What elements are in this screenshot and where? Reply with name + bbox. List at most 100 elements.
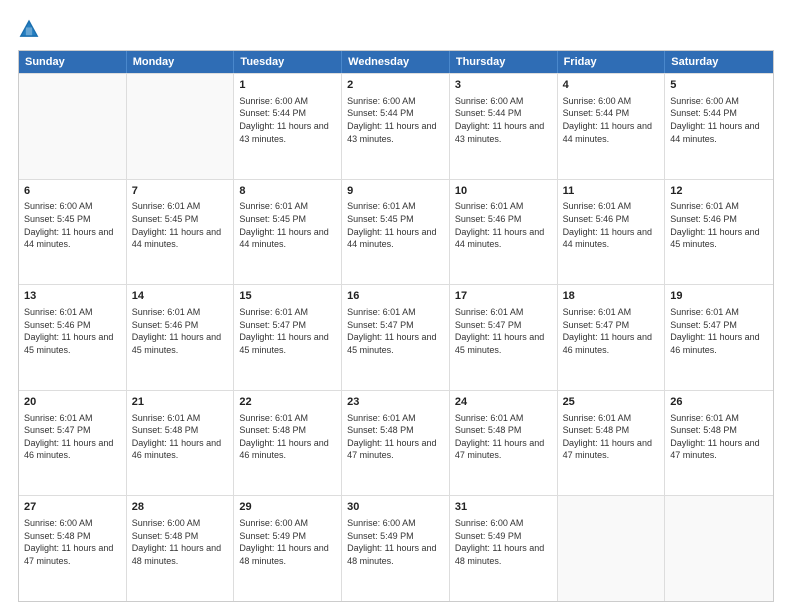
day-number: 28 bbox=[132, 500, 229, 515]
calendar-row-0: 1 Sunrise: 6:00 AMSunset: 5:44 PMDaylight… bbox=[19, 73, 773, 179]
day-number: 17 bbox=[455, 289, 552, 304]
calendar-cell: 13Sunrise: 6:01 AMSunset: 5:46 PMDayligh… bbox=[19, 285, 127, 390]
day-number: 15 bbox=[239, 289, 336, 304]
cell-info: Sunrise: 6:00 AMSunset: 5:48 PMDaylight:… bbox=[24, 517, 121, 567]
calendar-cell: 23 Sunrise: 6:01 AMSunset: 5:48 PMDayligh… bbox=[342, 391, 450, 496]
cell-info: Sunrise: 6:01 AMSunset: 5:46 PMDaylight:… bbox=[563, 200, 660, 250]
calendar-row-1: 6Sunrise: 6:00 AMSunset: 5:45 PMDaylight… bbox=[19, 179, 773, 285]
weekday-header-thursday: Thursday bbox=[450, 51, 558, 73]
day-number: 18 bbox=[563, 289, 660, 304]
weekday-header-monday: Monday bbox=[127, 51, 235, 73]
day-number: 16 bbox=[347, 289, 444, 304]
calendar-cell: 19 Sunrise: 6:01 AMSunset: 5:47 PMDayligh… bbox=[665, 285, 773, 390]
calendar-cell: 15 Sunrise: 6:01 AMSunset: 5:47 PMDayligh… bbox=[234, 285, 342, 390]
day-number: 8 bbox=[239, 184, 336, 199]
calendar-cell: 31Sunrise: 6:00 AMSunset: 5:49 PMDayligh… bbox=[450, 496, 558, 601]
page: SundayMondayTuesdayWednesdayThursdayFrid… bbox=[0, 0, 792, 612]
cell-info: Sunrise: 6:00 AMSunset: 5:44 PMDaylight:… bbox=[563, 95, 660, 145]
day-number: 14 bbox=[132, 289, 229, 304]
weekday-header-tuesday: Tuesday bbox=[234, 51, 342, 73]
day-number: 3 bbox=[455, 78, 552, 93]
cell-info: Sunrise: 6:00 AMSunset: 5:49 PMDaylight:… bbox=[455, 517, 552, 567]
calendar-cell: 12Sunrise: 6:01 AMSunset: 5:46 PMDayligh… bbox=[665, 180, 773, 285]
day-number: 30 bbox=[347, 500, 444, 515]
cell-info: Sunrise: 6:00 AMSunset: 5:44 PMDaylight:… bbox=[347, 95, 444, 145]
day-number: 29 bbox=[239, 500, 336, 515]
calendar-cell: 24Sunrise: 6:01 AMSunset: 5:48 PMDayligh… bbox=[450, 391, 558, 496]
cell-info: Sunrise: 6:01 AMSunset: 5:47 PMDaylight:… bbox=[670, 306, 768, 356]
day-number: 27 bbox=[24, 500, 121, 515]
cell-info: Sunrise: 6:01 AMSunset: 5:47 PMDaylight:… bbox=[24, 412, 121, 462]
calendar-cell: 29 Sunrise: 6:00 AMSunset: 5:49 PMDayligh… bbox=[234, 496, 342, 601]
weekday-header-sunday: Sunday bbox=[19, 51, 127, 73]
cell-info: Sunrise: 6:00 AMSunset: 5:44 PMDaylight:… bbox=[670, 95, 768, 145]
calendar-cell: 27 Sunrise: 6:00 AMSunset: 5:48 PMDayligh… bbox=[19, 496, 127, 601]
calendar-cell: 8Sunrise: 6:01 AMSunset: 5:45 PMDaylight… bbox=[234, 180, 342, 285]
weekday-header-friday: Friday bbox=[558, 51, 666, 73]
day-number: 4 bbox=[563, 78, 660, 93]
header bbox=[18, 18, 774, 40]
day-number: 6 bbox=[24, 184, 121, 199]
day-number: 7 bbox=[132, 184, 229, 199]
day-number: 21 bbox=[132, 395, 229, 410]
calendar-cell: 16 Sunrise: 6:01 AMSunset: 5:47 PMDayligh… bbox=[342, 285, 450, 390]
day-number: 5 bbox=[670, 78, 768, 93]
cell-info: Sunrise: 6:01 AMSunset: 5:47 PMDaylight:… bbox=[455, 306, 552, 356]
calendar-cell: 17 Sunrise: 6:01 AMSunset: 5:47 PMDayligh… bbox=[450, 285, 558, 390]
calendar-cell: 6Sunrise: 6:00 AMSunset: 5:45 PMDaylight… bbox=[19, 180, 127, 285]
day-number: 23 bbox=[347, 395, 444, 410]
cell-info: Sunrise: 6:00 AMSunset: 5:48 PMDaylight:… bbox=[132, 517, 229, 567]
cell-info: Sunrise: 6:01 AMSunset: 5:47 PMDaylight:… bbox=[239, 306, 336, 356]
cell-info: Sunrise: 6:01 AMSunset: 5:47 PMDaylight:… bbox=[347, 306, 444, 356]
calendar-row-2: 13 Sunrise: 6:01 AMSunset: 5:46 PMDayligh… bbox=[19, 284, 773, 390]
day-number: 12 bbox=[670, 184, 768, 199]
cell-info: Sunrise: 6:01 AMSunset: 5:46 PMDaylight:… bbox=[132, 306, 229, 356]
calendar-cell: 4 Sunrise: 6:00 AMSunset: 5:44 PMDaylight… bbox=[558, 74, 666, 179]
day-number: 19 bbox=[670, 289, 768, 304]
calendar-cell: 28 Sunrise: 6:00 AMSunset: 5:48 PMDayligh… bbox=[127, 496, 235, 601]
cell-info: Sunrise: 6:01 AMSunset: 5:46 PMDaylight:… bbox=[670, 200, 768, 250]
cell-info: Sunrise: 6:00 AMSunset: 5:49 PMDaylight:… bbox=[239, 517, 336, 567]
calendar-cell: 2Sunrise: 6:00 AMSunset: 5:44 PMDaylight… bbox=[342, 74, 450, 179]
cell-info: Sunrise: 6:01 AMSunset: 5:48 PMDaylight:… bbox=[670, 412, 768, 462]
day-number: 10 bbox=[455, 184, 552, 199]
calendar-cell bbox=[558, 496, 666, 601]
day-number: 1 bbox=[239, 78, 336, 93]
cell-info: Sunrise: 6:01 AMSunset: 5:45 PMDaylight:… bbox=[347, 200, 444, 250]
calendar-cell: 1 Sunrise: 6:00 AMSunset: 5:44 PMDaylight… bbox=[234, 74, 342, 179]
day-number: 13 bbox=[24, 289, 121, 304]
cell-info: Sunrise: 6:01 AMSunset: 5:46 PMDaylight:… bbox=[455, 200, 552, 250]
calendar: SundayMondayTuesdayWednesdayThursdayFrid… bbox=[18, 50, 774, 602]
calendar-cell: 26 Sunrise: 6:01 AMSunset: 5:48 PMDayligh… bbox=[665, 391, 773, 496]
calendar-cell: 21 Sunrise: 6:01 AMSunset: 5:48 PMDayligh… bbox=[127, 391, 235, 496]
cell-info: Sunrise: 6:01 AMSunset: 5:45 PMDaylight:… bbox=[132, 200, 229, 250]
cell-info: Sunrise: 6:01 AMSunset: 5:45 PMDaylight:… bbox=[239, 200, 336, 250]
day-number: 26 bbox=[670, 395, 768, 410]
cell-info: Sunrise: 6:01 AMSunset: 5:48 PMDaylight:… bbox=[239, 412, 336, 462]
cell-info: Sunrise: 6:01 AMSunset: 5:48 PMDaylight:… bbox=[132, 412, 229, 462]
calendar-cell bbox=[19, 74, 127, 179]
cell-info: Sunrise: 6:00 AMSunset: 5:45 PMDaylight:… bbox=[24, 200, 121, 250]
calendar-cell: 30 Sunrise: 6:00 AMSunset: 5:49 PMDayligh… bbox=[342, 496, 450, 601]
cell-info: Sunrise: 6:01 AMSunset: 5:48 PMDaylight:… bbox=[347, 412, 444, 462]
cell-info: Sunrise: 6:00 AMSunset: 5:44 PMDaylight:… bbox=[239, 95, 336, 145]
logo bbox=[18, 18, 42, 40]
calendar-row-4: 27 Sunrise: 6:00 AMSunset: 5:48 PMDayligh… bbox=[19, 495, 773, 601]
calendar-row-3: 20Sunrise: 6:01 AMSunset: 5:47 PMDayligh… bbox=[19, 390, 773, 496]
weekday-header-saturday: Saturday bbox=[665, 51, 773, 73]
calendar-cell: 14 Sunrise: 6:01 AMSunset: 5:46 PMDayligh… bbox=[127, 285, 235, 390]
calendar-cell: 7Sunrise: 6:01 AMSunset: 5:45 PMDaylight… bbox=[127, 180, 235, 285]
day-number: 9 bbox=[347, 184, 444, 199]
weekday-header-wednesday: Wednesday bbox=[342, 51, 450, 73]
calendar-cell: 18Sunrise: 6:01 AMSunset: 5:47 PMDayligh… bbox=[558, 285, 666, 390]
calendar-cell bbox=[665, 496, 773, 601]
calendar-cell: 3 Sunrise: 6:00 AMSunset: 5:44 PMDaylight… bbox=[450, 74, 558, 179]
calendar-cell: 10Sunrise: 6:01 AMSunset: 5:46 PMDayligh… bbox=[450, 180, 558, 285]
cell-info: Sunrise: 6:01 AMSunset: 5:48 PMDaylight:… bbox=[563, 412, 660, 462]
calendar-cell: 5 Sunrise: 6:00 AMSunset: 5:44 PMDaylight… bbox=[665, 74, 773, 179]
calendar-header: SundayMondayTuesdayWednesdayThursdayFrid… bbox=[19, 51, 773, 73]
calendar-cell: 9Sunrise: 6:01 AMSunset: 5:45 PMDaylight… bbox=[342, 180, 450, 285]
cell-info: Sunrise: 6:00 AMSunset: 5:49 PMDaylight:… bbox=[347, 517, 444, 567]
cell-info: Sunrise: 6:00 AMSunset: 5:44 PMDaylight:… bbox=[455, 95, 552, 145]
calendar-cell: 22Sunrise: 6:01 AMSunset: 5:48 PMDayligh… bbox=[234, 391, 342, 496]
